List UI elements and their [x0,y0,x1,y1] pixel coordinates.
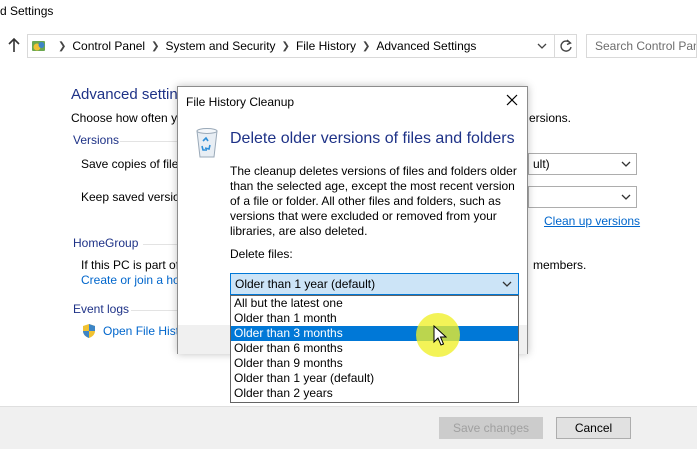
intro-text-tail: ersions. [529,111,572,125]
dialog-heading: Delete older versions of files and folde… [230,130,515,147]
dialog-title: File History Cleanup [186,95,295,109]
chevron-right-icon: ❯ [58,40,67,52]
breadcrumb-control-panel[interactable]: Control Panel [72,39,145,53]
page-title: Advanced settin [71,86,178,103]
description-line: than the selected age, except the most r… [230,179,515,193]
dropdown-option[interactable]: Older than 1 year (default) [231,371,518,386]
window-title: d Settings [0,4,54,18]
dropdown-option[interactable]: Older than 2 years [231,386,518,401]
chevron-right-icon[interactable]: ❯ [282,41,290,52]
homegroup-text-tail: members. [533,258,587,272]
delete-files-selected-value: Older than 1 year (default) [235,277,376,291]
event-logs-section-label: Event logs [73,302,130,316]
control-panel-icon [32,41,45,51]
breadcrumb-file-history[interactable]: File History [296,39,356,53]
navigation-bar: ❯ Control Panel ❯ System and Security ❯ … [0,33,697,59]
dropdown-option[interactable]: Older than 6 months [231,341,518,356]
section-divider [131,310,177,311]
shield-icon [83,324,95,338]
refresh-button[interactable] [555,34,577,58]
delete-files-dropdown-list: All but the latest one Older than 1 mont… [230,295,519,403]
chevron-right-icon[interactable]: ❯ [151,41,159,52]
address-bar[interactable]: ❯ Control Panel ❯ System and Security ❯ … [27,34,555,58]
dropdown-option-highlighted[interactable]: Older than 3 months [231,326,518,341]
save-changes-button[interactable]: Save changes [439,417,543,439]
homegroup-text: If this PC is part of [81,258,180,272]
delete-files-select[interactable]: Older than 1 year (default) [230,273,519,295]
keep-versions-label: Keep saved version [81,190,187,204]
recycle-bin-icon [196,128,218,158]
up-arrow-icon[interactable] [6,37,22,53]
chevron-down-icon [621,157,631,174]
dialog-description: The cleanup deletes versions of files an… [230,164,522,239]
open-file-history-link[interactable]: Open File Hist [103,324,179,338]
mouse-pointer-icon [433,325,447,346]
intro-text: Choose how often y [71,111,178,125]
breadcrumb: ❯ Control Panel ❯ System and Security ❯ … [52,39,476,53]
save-copies-label: Save copies of files [81,157,185,171]
close-icon[interactable] [504,92,520,108]
homegroup-section-label: HomeGroup [73,236,139,250]
keep-versions-select[interactable] [528,186,637,208]
delete-files-label: Delete files: [230,247,293,261]
chevron-down-icon [621,190,631,207]
dropdown-option[interactable]: Older than 1 month [231,311,518,326]
section-divider [143,244,177,245]
breadcrumb-system-and-security[interactable]: System and Security [166,39,276,53]
dropdown-option[interactable]: Older than 9 months [231,356,518,371]
chevron-right-icon[interactable]: ❯ [362,41,370,52]
cancel-button[interactable]: Cancel [556,417,631,439]
description-line: libraries, are also deleted. [230,224,368,238]
chevron-down-icon[interactable] [537,39,549,53]
section-divider [120,141,177,142]
versions-section-label: Versions [73,133,120,147]
footer-bar: Save changes Cancel [0,406,697,449]
description-line: The cleanup deletes versions of files an… [230,164,517,178]
description-line: versions that were excluded or removed f… [230,209,497,223]
clean-up-versions-link[interactable]: Clean up versions [544,214,640,228]
search-input[interactable]: Search Control Panel [586,34,697,58]
save-copies-select[interactable]: ult) [528,153,637,175]
refresh-icon [559,39,572,52]
create-homegroup-link[interactable]: Create or join a ho [81,273,180,287]
save-copies-value: ult) [533,157,550,171]
breadcrumb-advanced-settings[interactable]: Advanced Settings [376,39,476,53]
chevron-down-icon [502,277,512,294]
dropdown-option[interactable]: All but the latest one [231,296,518,311]
description-line: of a file or folder. All other files and… [230,194,501,208]
